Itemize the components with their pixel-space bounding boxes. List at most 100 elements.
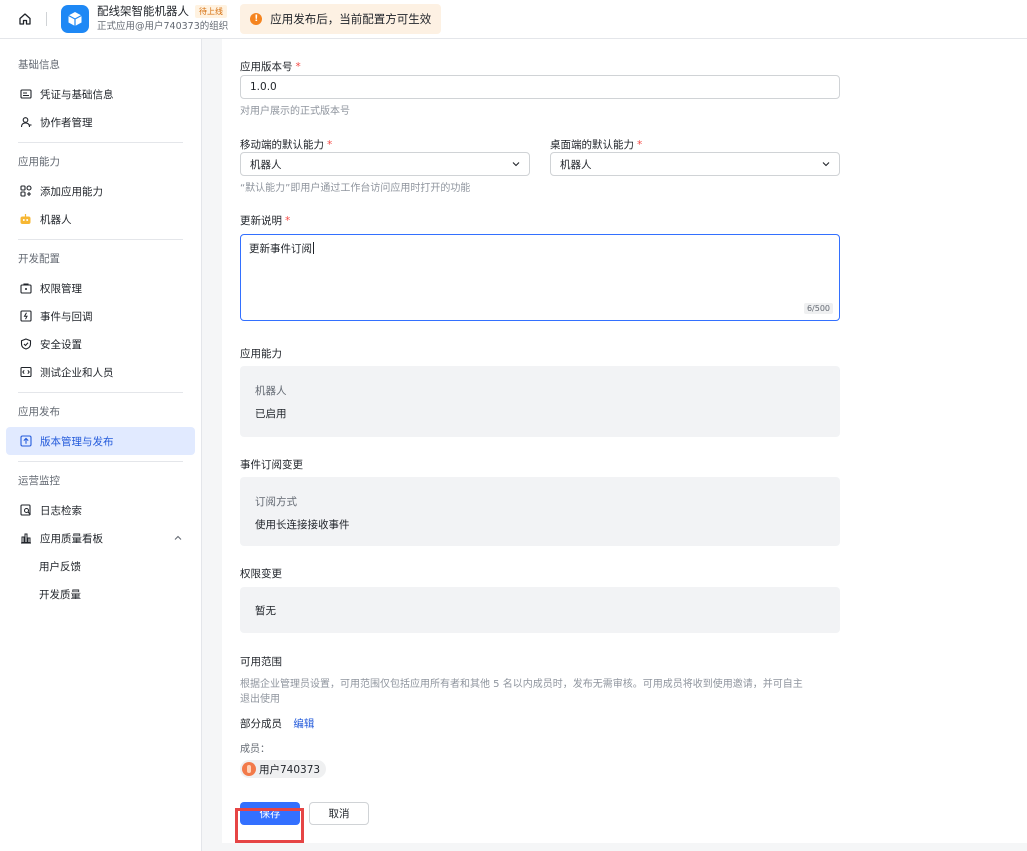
version-label: 应用版本号 *	[240, 61, 301, 73]
sidebar-divider	[18, 142, 183, 143]
highlight-box	[235, 808, 304, 843]
sidebar-divider	[18, 239, 183, 240]
sidebar-item-events[interactable]: 事件与回调	[6, 302, 195, 330]
shield-icon	[19, 338, 32, 351]
sidebar-item-label: 安全设置	[40, 338, 82, 351]
sidebar-item-label: 机器人	[40, 213, 72, 226]
status-badge: 待上线	[195, 5, 227, 18]
scope-description: 根据企业管理员设置，可用范围仅包括应用所有者和其他 5 名以内成员时，发布无需审…	[240, 677, 850, 707]
lock-box-icon	[19, 282, 32, 295]
sidebar-item-dev-quality[interactable]: 开发质量	[6, 580, 195, 608]
mobile-capability-value: 机器人	[250, 158, 282, 171]
sidebar-item-label: 开发质量	[39, 588, 81, 601]
capability-hint: “默认能力”即用户通过工作台访问应用时打开的功能	[240, 183, 471, 194]
sidebar-item-label: 日志检索	[40, 504, 82, 517]
bar-chart-icon	[19, 532, 32, 545]
version-form: 应用版本号 * 1.0.0 对用户展示的正式版本号 移动端的默认能力 * 机器人 桌…	[222, 39, 1027, 843]
sidebar-item-label: 版本管理与发布	[40, 435, 114, 448]
app-meta: 配线架智能机器人 待上线 正式应用@用户740373的组织	[97, 4, 228, 34]
version-hint: 对用户展示的正式版本号	[240, 106, 350, 117]
mobile-capability-label: 移动端的默认能力 *	[240, 139, 333, 151]
char-counter: 6/500	[803, 303, 833, 314]
group-title-dev-config: 开发配置	[18, 253, 60, 265]
scope-mode-text: 部分成员	[240, 718, 282, 730]
sidebar: 基础信息 凭证与基础信息 协作者管理 应用能力 添加应用能力 机器人 开发配置 …	[0, 39, 202, 851]
version-input[interactable]: 1.0.0	[240, 75, 840, 99]
group-title-release: 应用发布	[18, 406, 60, 418]
ability-status: 已启用	[255, 408, 287, 420]
test-icon	[19, 366, 32, 379]
events-key: 订阅方式	[255, 496, 297, 508]
chevron-down-icon	[511, 159, 521, 172]
permissions-value: 暂无	[255, 605, 276, 617]
sidebar-item-quality-board[interactable]: 应用质量看板	[6, 524, 195, 552]
group-title-basic: 基础信息	[18, 59, 60, 71]
sidebar-item-label: 应用质量看板	[40, 532, 103, 545]
text-caret	[313, 242, 314, 254]
notes-text: 更新事件订阅	[249, 243, 312, 255]
chevron-up-icon[interactable]	[173, 533, 183, 546]
scope-description-line: 退出使用	[240, 694, 280, 705]
abilities-panel: 机器人 已启用	[240, 366, 840, 437]
events-value: 使用长连接接收事件	[255, 519, 350, 531]
member-name: 用户740373	[259, 763, 321, 776]
publish-notice: ! 应用发布后，当前配置方可生效	[240, 4, 442, 34]
scope-description-line: 根据企业管理员设置，可用范围仅包括应用所有者和其他 5 名以内成员时，发布无需审…	[240, 679, 803, 690]
avatar	[242, 762, 256, 776]
log-search-icon	[19, 504, 32, 517]
sidebar-item-log-search[interactable]: 日志检索	[6, 496, 195, 524]
chevron-down-icon	[821, 159, 831, 172]
home-icon[interactable]	[16, 10, 34, 28]
user-icon	[19, 116, 32, 129]
sidebar-item-collaborators[interactable]: 协作者管理	[6, 108, 195, 136]
sidebar-item-security[interactable]: 安全设置	[6, 330, 195, 358]
topbar-divider	[46, 12, 47, 26]
add-grid-icon	[19, 185, 32, 198]
warning-icon: !	[250, 13, 263, 25]
group-title-capabilities: 应用能力	[18, 156, 60, 168]
app-name: 配线架智能机器人	[97, 4, 189, 18]
scope-mode: 部分成员 编辑	[240, 716, 314, 731]
desktop-capability-select[interactable]: 机器人	[550, 152, 840, 176]
sidebar-item-label: 添加应用能力	[40, 185, 103, 198]
group-title-monitoring: 运营监控	[18, 475, 60, 487]
ability-name: 机器人	[255, 385, 287, 397]
top-bar: 配线架智能机器人 待上线 正式应用@用户740373的组织 ! 应用发布后，当前…	[0, 0, 1027, 39]
sidebar-item-add-capability[interactable]: 添加应用能力	[6, 177, 195, 205]
sidebar-item-label: 事件与回调	[40, 310, 93, 323]
sidebar-item-permissions[interactable]: 权限管理	[6, 274, 195, 302]
sidebar-item-credentials[interactable]: 凭证与基础信息	[6, 80, 195, 108]
member-chip: 用户740373	[240, 760, 327, 778]
sidebar-item-label: 凭证与基础信息	[40, 88, 114, 101]
sidebar-item-label: 协作者管理	[40, 116, 93, 129]
id-card-icon	[19, 88, 32, 101]
sidebar-divider	[18, 392, 183, 393]
mobile-capability-select[interactable]: 机器人	[240, 152, 530, 176]
version-input-value: 1.0.0	[250, 81, 277, 93]
sidebar-item-label: 用户反馈	[39, 560, 81, 573]
cancel-button[interactable]: 取消	[309, 802, 369, 825]
edit-scope-link[interactable]: 编辑	[293, 718, 314, 730]
desktop-capability-label: 桌面端的默认能力 *	[550, 139, 643, 151]
app-logo	[61, 5, 89, 33]
app-org: 正式应用@用户740373的组织	[97, 21, 229, 32]
events-panel: 订阅方式 使用长连接接收事件	[240, 477, 840, 546]
abilities-label: 应用能力	[240, 348, 282, 360]
sidebar-item-label: 测试企业和人员	[40, 366, 114, 379]
desktop-capability-value: 机器人	[560, 158, 592, 171]
sidebar-item-robot[interactable]: 机器人	[6, 205, 195, 233]
event-icon	[19, 310, 32, 323]
sidebar-item-test-org[interactable]: 测试企业和人员	[6, 358, 195, 386]
permissions-change-label: 权限变更	[240, 568, 282, 580]
events-label: 事件订阅变更	[240, 459, 303, 471]
permissions-panel: 暂无	[240, 587, 840, 633]
robot-icon	[19, 213, 32, 226]
members-label: 成员：	[240, 744, 270, 755]
notice-text: 应用发布后，当前配置方可生效	[270, 12, 432, 26]
sidebar-item-version-release[interactable]: 版本管理与发布	[6, 427, 195, 455]
upload-icon	[19, 435, 32, 448]
sidebar-item-user-feedback[interactable]: 用户反馈	[6, 552, 195, 580]
notes-textarea[interactable]: 更新事件订阅 6/500	[240, 234, 840, 321]
sidebar-item-label: 权限管理	[40, 282, 82, 295]
scope-label: 可用范围	[240, 656, 282, 668]
